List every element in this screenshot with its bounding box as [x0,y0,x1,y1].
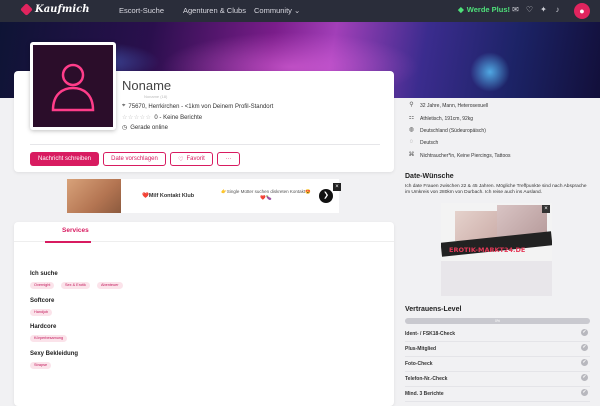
location-text: 75670, Herrkirchen - <1km von Deinem Pro… [128,103,274,110]
check-label: Plus-Mitglied [405,346,437,352]
user-icon: ⚲ [409,102,414,108]
brand-logo[interactable]: Kaufmich [20,3,90,16]
clock-icon: ◷ [122,125,128,131]
trust-check-item: Foto-Check ✓ [405,358,590,372]
banner-glow [470,52,510,92]
sidebar-ad[interactable]: EROTIK-MARKT24.DE × [441,203,552,296]
profile-tabs: Services [14,222,394,243]
ad-brand-text: EROTIK-MARKT24.DE [449,246,526,254]
service-chip: Overnight [30,282,55,289]
rating-stars-icon: ☆☆☆☆☆ [122,115,152,121]
service-chip: Strapse [30,362,52,369]
close-icon[interactable]: × [542,205,550,213]
section-title-softcore: Softcore [30,298,55,304]
nav-community-label: Community [254,6,292,15]
check-icon: ✓ [581,344,588,351]
diamond-icon: ◆ [458,5,464,14]
check-icon: ✓ [581,374,588,381]
date-suggest-button[interactable]: Date vorschlagen [103,152,166,166]
ad-image [441,261,552,296]
fact-item: ⚲ 32 Jahre, Mann, Heterosexuell [408,102,488,109]
trust-level-label: 0% [494,319,501,323]
section-title-sexy-bekleidung: Sexy Bekleidung [30,351,79,357]
profile-location: ⌖ 75670, Herrkirchen - <1km von Deinem P… [122,103,273,110]
ad-image [67,179,121,213]
profile-name: Noname [122,78,172,93]
trust-check-item: Plus-Mitglied ✓ [405,343,590,357]
brand-name: Kaufmich [35,4,90,15]
check-label: Foto-Check [405,361,433,367]
fact-text: 32 Jahre, Mann, Heterosexuell [420,102,489,109]
services-card [14,222,394,406]
date-wishes-title: Date-Wünsche [405,173,454,180]
fact-item: ⚏ Athletisch, 191cm, 92kg [408,115,473,122]
fact-item: ◌ Deutsch [408,139,439,146]
ad-text: 👉Single Mütter suchen diskreten Kontakt😍… [221,189,311,200]
nav-community[interactable]: Community ⌄ [254,6,300,15]
bell-icon[interactable]: ♪ [553,5,562,14]
trust-check-item: Mind. 3 Berichte ✓ [405,388,590,402]
mail-icon[interactable]: ✉ [511,5,520,14]
fact-text: Deutschland (Südeuropäisch) [420,127,486,134]
close-icon[interactable]: × [333,183,341,191]
ruler-icon: ⚏ [408,115,415,121]
check-icon: ✓ [581,359,588,366]
section-title-ich-suche: Ich suche [30,271,58,277]
service-chip: Sex & Erotik [61,282,90,289]
service-chip: Abenteuer [97,282,123,289]
heart-outline-icon: ♡ [178,156,184,163]
nav-escort-suche[interactable]: Escort-Suche [119,6,164,15]
werde-plus-button[interactable]: ◆ Werde Plus! [458,5,510,14]
werde-plus-label: Werde Plus! [466,5,510,14]
favorite-label: Favorit [186,156,205,162]
tab-services[interactable]: Services [62,227,89,234]
fact-text: Athletisch, 191cm, 92kg [420,115,474,122]
profile-avatar[interactable] [30,42,116,130]
location-pin-icon: ⌖ [122,103,126,109]
tab-active-indicator [45,241,91,243]
favorite-button[interactable]: ♡ Favorit [170,152,213,166]
arrow-right-icon[interactable]: ❯ [319,189,333,203]
fact-item: ⌘ Nichtraucher*in, Keine Piercings, Tatt… [408,152,511,159]
tag-icon: ⌘ [408,152,415,158]
globe-icon: ◍ [408,127,415,133]
section-title-hardcore: Hardcore [30,324,57,330]
speech-icon: ◌ [409,139,414,145]
more-options-button[interactable]: ··· [217,152,240,166]
user-avatar-icon[interactable]: ● [574,3,590,19]
profile-rating[interactable]: ☆☆☆☆☆ 0 - Keine Berichte [122,114,203,122]
fact-item: ◍ Deutschland (Südeuropäisch) [408,127,486,134]
profile-divider [30,144,380,145]
brand-heart-icon [20,3,33,16]
top-navbar: Kaufmich Escort-Suche Agenturen & Clubs … [0,0,600,22]
service-chip: Handjob [30,309,53,316]
profile-sublink: Noname (18) [144,94,168,99]
check-label: Telefon-Nr.-Check [405,376,448,382]
nav-agenturen-clubs[interactable]: Agenturen & Clubs [183,6,246,15]
trust-level-bar: 0% [405,318,590,324]
rating-text: 0 - Keine Berichte [154,114,203,121]
date-wishes-text: Ich date Frauen zwischen 22 & 45 Jahren.… [405,184,587,195]
online-text: Gerade online [130,124,168,131]
check-icon: ✓ [581,389,588,396]
check-label: Mind. 3 Berichte [405,391,444,397]
fact-text: Nichtraucher*in, Keine Piercings, Tattoo… [420,152,511,159]
check-label: Ident- / FSK18-Check [405,331,456,337]
trust-level-title: Vertrauens-Level [405,306,462,313]
ad-banner[interactable]: ❤️Milf Kontakt Klub 👉Single Mütter suche… [67,179,341,213]
check-icon: ✓ [581,329,588,336]
service-chip: Körperbesamung [30,335,68,342]
heart-icon[interactable]: ♡ [525,5,534,14]
trust-check-item: Telefon-Nr.-Check ✓ [405,373,590,387]
profile-online-status: ◷ Gerade online [122,124,168,132]
message-button[interactable]: Nachricht schreiben [30,152,99,166]
person-placeholder-icon [51,63,95,112]
trust-check-item: Ident- / FSK18-Check ✓ [405,328,590,342]
chevron-down-icon: ⌄ [294,6,301,15]
puzzle-icon[interactable]: ✦ [539,5,548,14]
fact-text: Deutsch [420,139,439,146]
ad-title: ❤️Milf Kontakt Klub [142,193,195,199]
